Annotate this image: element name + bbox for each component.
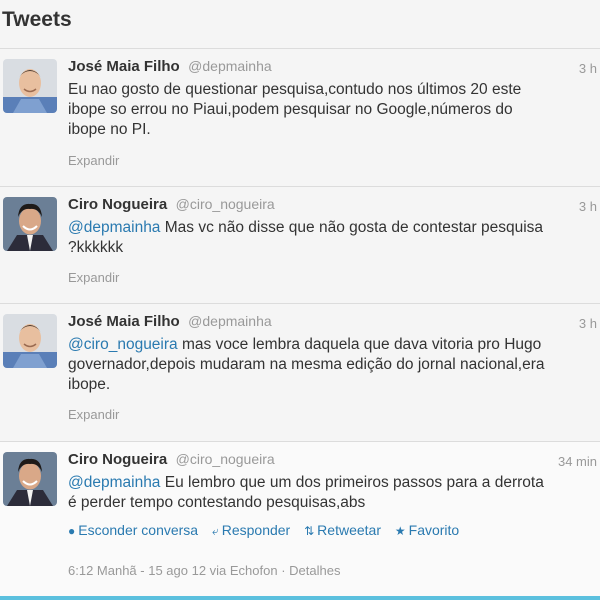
tweet-text: @depmainha Eu lembro que um dos primeiro… xyxy=(68,474,544,511)
tweet-item-expanded[interactable]: Ciro Nogueira @ciro_nogueira 34 min @dep… xyxy=(0,442,600,596)
retweet-button[interactable]: ⇅ Retweetar xyxy=(304,522,381,538)
tweet-text: @ciro_nogueira mas voce lembra daquela q… xyxy=(68,336,545,393)
author-name[interactable]: José Maia Filho xyxy=(68,58,180,75)
tweet-time[interactable]: 3 h xyxy=(579,316,597,331)
mention-link[interactable]: @ciro_nogueira xyxy=(68,336,178,353)
tweet-time[interactable]: 34 min xyxy=(558,454,597,469)
expand-link[interactable]: Expandir xyxy=(68,407,119,422)
author-name[interactable]: José Maia Filho xyxy=(68,313,180,330)
tweet-text: @depmainha Mas vc não disse que não gost… xyxy=(68,219,544,256)
accent-divider xyxy=(0,596,600,600)
tweet-meta[interactable]: 6:12 Manhã - 15 ago 12 via Echofon · Det… xyxy=(68,563,340,578)
expand-link[interactable]: Expandir xyxy=(68,153,119,168)
tweets-header: Tweets xyxy=(0,0,600,49)
author-name[interactable]: Ciro Nogueira xyxy=(68,451,167,468)
avatar[interactable] xyxy=(3,59,57,113)
author-name[interactable]: Ciro Nogueira xyxy=(68,196,167,213)
tweet-time[interactable]: 3 h xyxy=(579,61,597,76)
author-handle[interactable]: @ciro_nogueira xyxy=(176,451,275,467)
tweet-item[interactable]: Ciro Nogueira @ciro_nogueira 3 h @depmai… xyxy=(0,187,600,304)
mention-link[interactable]: @depmainha xyxy=(68,474,160,491)
author-handle[interactable]: @ciro_nogueira xyxy=(176,196,275,212)
tweet-actions: ● Esconder conversa ⤶ Responder ⇅ Retweetar… xyxy=(68,522,469,539)
tweet-text: Eu nao gosto de questionar pesquisa,cont… xyxy=(68,81,522,138)
avatar[interactable] xyxy=(3,197,57,251)
speech-bubble-icon: ● xyxy=(68,524,76,538)
author-handle[interactable]: @depmainha xyxy=(188,58,272,74)
page-title: Tweets xyxy=(2,8,72,31)
retweet-icon: ⇅ xyxy=(304,524,315,538)
star-icon: ★ xyxy=(394,524,406,538)
reply-arrow-icon: ⤶ xyxy=(211,524,219,538)
tweet-time[interactable]: 3 h xyxy=(579,199,597,214)
avatar[interactable] xyxy=(3,314,57,368)
favorite-button[interactable]: ★ Favorito xyxy=(395,522,459,538)
author-handle[interactable]: @depmainha xyxy=(188,313,272,329)
hide-conversation-button[interactable]: ● Esconder conversa xyxy=(68,522,198,538)
mention-link[interactable]: @depmainha xyxy=(68,219,160,236)
avatar[interactable] xyxy=(3,452,57,506)
tweet-item[interactable]: José Maia Filho @depmainha 3 h Eu nao go… xyxy=(0,49,600,187)
tweet-item[interactable]: José Maia Filho @depmainha 3 h @ciro_nog… xyxy=(0,304,600,442)
reply-button[interactable]: ⤶ Responder xyxy=(212,522,290,538)
expand-link[interactable]: Expandir xyxy=(68,270,119,285)
